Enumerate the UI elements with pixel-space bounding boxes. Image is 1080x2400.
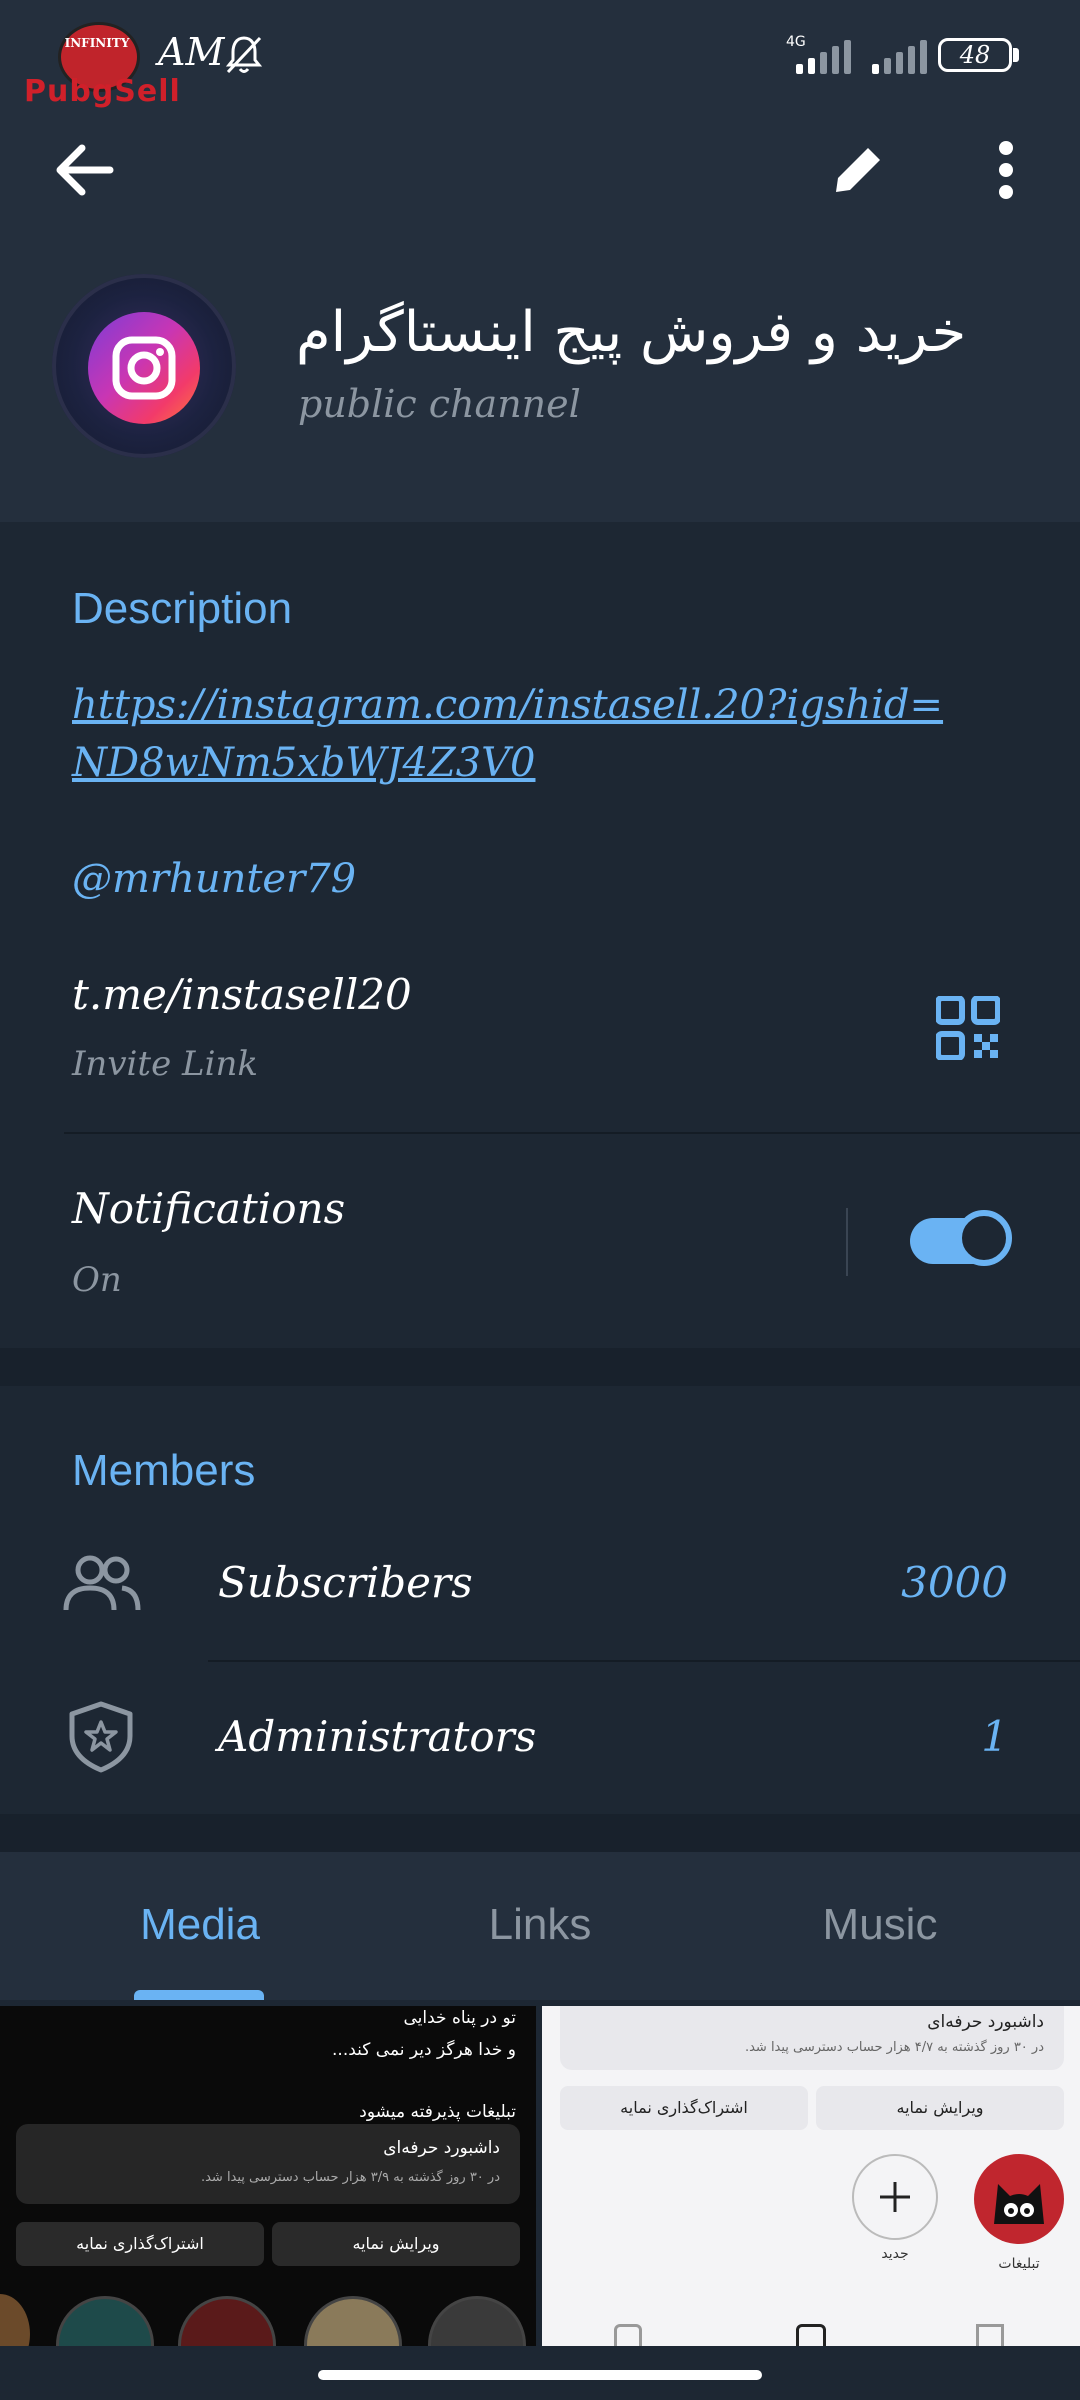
thumb1-edit-button: ویرایش نمایه xyxy=(272,2222,520,2266)
grid-icon xyxy=(976,2324,1004,2346)
people-icon xyxy=(62,1552,142,1616)
more-button[interactable] xyxy=(974,134,1038,206)
tagged-icon xyxy=(614,2324,642,2346)
shield-star-icon xyxy=(66,1700,136,1774)
thumb1-share-button: اشتراک‌گذاری نمایه xyxy=(16,2222,264,2266)
thumb1-line3: تبلیغات پذیرفته میشود xyxy=(359,2102,516,2122)
thumb1-card-sub: در ۳۰ روز گذشته به ۳/۹ هزار حساب دسترسی … xyxy=(200,2170,500,2185)
members-title: Members xyxy=(72,1446,256,1495)
section-separator xyxy=(0,1814,1080,1852)
description-link-line2[interactable]: ND8wNm5xbWJ4Z3V0 xyxy=(72,740,535,786)
battery-icon: 48 xyxy=(938,38,1012,72)
thumb1-card-title: داشبورد حرفه‌ای xyxy=(383,2138,500,2158)
status-time: AM xyxy=(158,30,225,74)
new-highlight-label: جدید xyxy=(881,2246,909,2262)
qr-code-icon[interactable] xyxy=(935,995,1001,1061)
notifications-state: On xyxy=(72,1260,122,1300)
toggle-divider xyxy=(846,1208,848,1276)
watermark-logo-top: INFINITY xyxy=(64,36,130,50)
highlight-circle xyxy=(304,2296,402,2346)
signal-icon-2 xyxy=(872,40,938,74)
watermark-logo-text: PubgSell xyxy=(24,74,181,109)
pencil-icon xyxy=(836,138,885,192)
administrators-count: 1 xyxy=(981,1712,1008,1761)
home-indicator[interactable] xyxy=(318,2370,762,2380)
notifications-label: Notifications xyxy=(72,1184,346,1233)
ads-highlight-label: تبلیغات xyxy=(998,2256,1040,2272)
highlight-circle xyxy=(428,2296,526,2346)
back-button[interactable] xyxy=(48,134,120,206)
edit-button[interactable] xyxy=(822,134,894,206)
thumb1-card: داشبورد حرفه‌ای در ۳۰ روز گذشته به ۳/۹ ه… xyxy=(16,2124,520,2204)
instagram-logo-icon xyxy=(88,312,200,424)
channel-title: خرید و فروش پیج اینستاگرام xyxy=(296,300,967,365)
description-link-line1[interactable]: https://instagram.com/instasell.20?igshi… xyxy=(72,682,943,728)
tab-links[interactable]: Links xyxy=(400,1900,680,1950)
thumb2-card-title: داشبورد حرفه‌ای xyxy=(927,2012,1044,2032)
channel-type: public channel xyxy=(298,382,581,426)
highlight-circle xyxy=(0,2294,30,2346)
media-thumbnail-2[interactable]: داشبورد حرفه‌ای در ۳۰ روز گذشته به ۴/۷ ه… xyxy=(542,2006,1080,2346)
tab-music[interactable]: Music xyxy=(740,1900,1020,1950)
highlight-circle xyxy=(56,2296,154,2346)
plus-icon xyxy=(852,2154,938,2240)
thumb2-card: داشبورد حرفه‌ای در ۳۰ روز گذشته به ۴/۷ ه… xyxy=(560,2006,1064,2070)
highlight-avatar xyxy=(974,2154,1064,2244)
highlight-circle xyxy=(178,2296,276,2346)
invite-link[interactable]: t.me/instasell20 xyxy=(72,970,412,1019)
arrow-left-icon xyxy=(56,144,114,196)
reels-icon xyxy=(796,2324,826,2346)
more-vertical-icon xyxy=(999,141,1013,199)
mention-link[interactable]: @mrhunter79 xyxy=(72,856,356,902)
description-title: Description xyxy=(72,584,293,633)
signal-icon xyxy=(796,40,862,74)
invite-link-label: Invite Link xyxy=(72,1044,258,1084)
section-separator xyxy=(0,1348,1080,1386)
battery-tip xyxy=(1013,48,1019,62)
media-thumbnail-1[interactable]: تو در پناه خدایی و خدا هرگز دیر نمی کند.… xyxy=(0,2006,536,2346)
thumb2-edit-button: ویرایش نمایه xyxy=(816,2086,1064,2130)
thumb2-share-button: اشتراک‌گذاری نمایه xyxy=(560,2086,808,2130)
tab-indicator xyxy=(134,1990,264,2000)
subscribers-count: 3000 xyxy=(901,1558,1008,1607)
toggle-knob[interactable] xyxy=(956,1210,1012,1266)
tab-media[interactable]: Media xyxy=(60,1900,340,1950)
thumb1-line2: و خدا هرگز دیر نمی کند... xyxy=(332,2040,516,2060)
bell-off-icon xyxy=(224,34,264,80)
thumb2-card-sub: در ۳۰ روز گذشته به ۴/۷ هزار حساب دسترسی … xyxy=(744,2040,1044,2055)
thumb1-line1: تو در پناه خدایی xyxy=(403,2008,516,2028)
subscribers-label: Subscribers xyxy=(218,1558,473,1607)
administrators-label: Administrators xyxy=(218,1712,537,1761)
